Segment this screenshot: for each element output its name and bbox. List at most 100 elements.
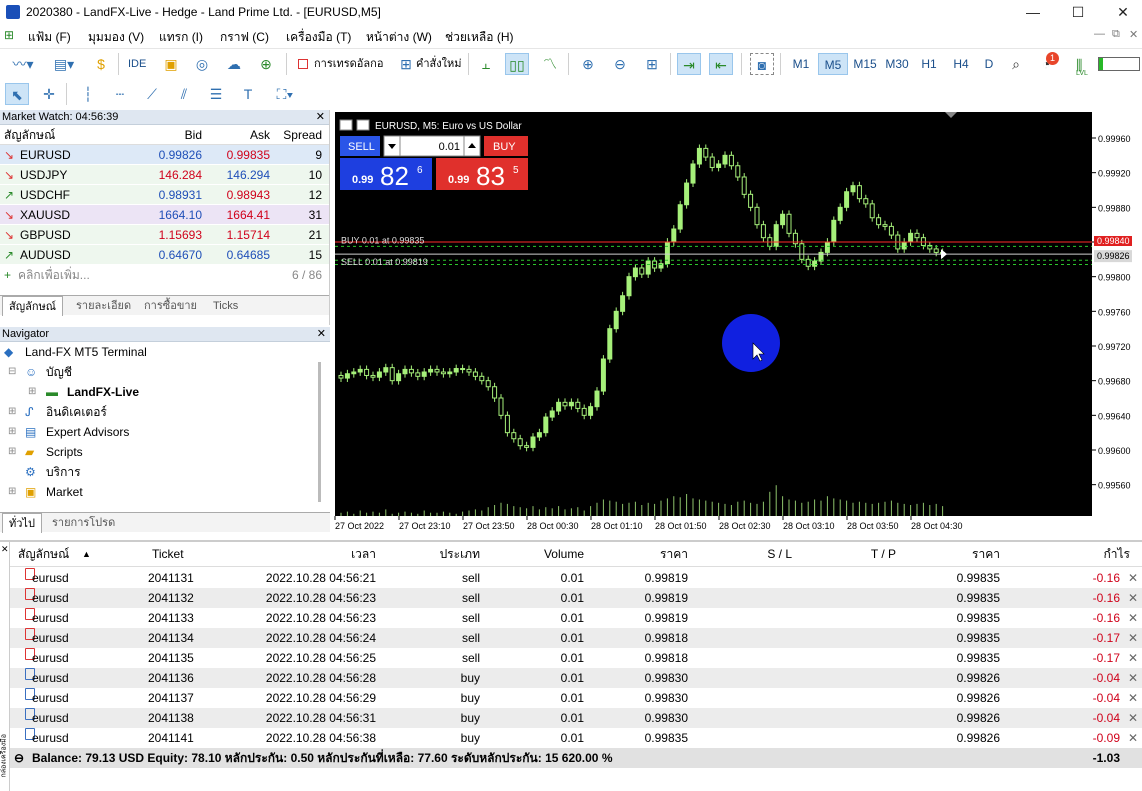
col-time[interactable]: เวลา — [240, 542, 376, 567]
trade-row[interactable]: eurusd 2041135 2022.10.28 04:56:25 sell 0.01… — [10, 648, 1142, 668]
col-ticket[interactable]: Ticket — [152, 542, 184, 567]
crosshair-icon[interactable]: ✛ — [37, 83, 61, 105]
bar-chart-icon[interactable]: ⫠ — [474, 53, 498, 75]
market-watch-row[interactable]: ↘ USDJPY 146.284 146.294 10 — [0, 165, 329, 185]
tab-symbols[interactable]: สัญลักษณ์ — [2, 296, 63, 316]
menu-insert[interactable]: แทรก (I) — [159, 28, 203, 47]
col-profit[interactable]: กำไร — [1014, 542, 1130, 567]
trade-row[interactable]: eurusd 2041132 2022.10.28 04:56:23 sell 0.01… — [10, 588, 1142, 608]
price-chart[interactable]: 0.99960 0.99920 0.99880 0.99840 0.99800 0.997… — [333, 110, 1142, 537]
trade-row[interactable]: eurusd 2041131 2022.10.28 04:56:21 sell 0.01… — [10, 568, 1142, 588]
col-type[interactable]: ประเภท — [390, 542, 480, 567]
tab-ticks[interactable]: Ticks — [207, 296, 244, 316]
col-current-price[interactable]: ราคา — [910, 542, 1000, 567]
timeframe-m15[interactable]: M15 — [850, 53, 880, 75]
timeframe-m30[interactable]: M30 — [882, 53, 912, 75]
expand-icon[interactable]: ⊞ — [8, 422, 16, 442]
expand-icon[interactable]: ⊞ — [28, 382, 36, 402]
collapse-circle-icon[interactable]: ⊖ — [14, 748, 24, 768]
templates-icon[interactable]: ▤▾ — [46, 53, 82, 75]
menu-file[interactable]: แฟ้ม (F) — [28, 28, 71, 47]
add-symbol-row[interactable]: + คลิกเพื่อเพิ่ม... 6 / 86 — [0, 265, 329, 285]
menu-tools[interactable]: เครื่องมือ (T) — [286, 28, 351, 47]
expand-icon[interactable]: ⊞ — [8, 482, 16, 502]
nav-item-experts[interactable]: ⊞ ▤ Expert Advisors — [0, 422, 330, 442]
close-position-icon[interactable]: ✕ — [1128, 588, 1138, 608]
text-icon[interactable]: T — [236, 83, 260, 105]
horizontal-line-icon[interactable]: ┄ — [108, 83, 132, 105]
market-watch-row[interactable]: ↘ EURUSD 0.99826 0.99835 9 — [0, 145, 329, 165]
shapes-icon[interactable]: ⛶▾ — [268, 83, 302, 105]
dollar-icon[interactable]: $ — [89, 53, 113, 75]
col-tp[interactable]: T / P — [806, 542, 896, 567]
timeframe-m5[interactable]: M5 — [818, 53, 848, 75]
new-order-button[interactable]: คำสั่งใหม่ — [416, 53, 462, 75]
zoom-in-icon[interactable]: ⊕ — [576, 53, 600, 75]
col-sl[interactable]: S / L — [702, 542, 792, 567]
search-icon[interactable]: ⌕ — [1004, 53, 1028, 75]
menu-window[interactable]: หน้าต่าง (W) — [366, 28, 432, 47]
nav-item-accounts[interactable]: ⊟ ☺ บัญชี — [0, 362, 330, 382]
column-symbol[interactable]: สัญลักษณ์ — [4, 125, 55, 145]
close-window-button[interactable]: ✕ — [1100, 0, 1142, 25]
menu-chart[interactable]: กราฟ (C) — [220, 28, 269, 47]
minimize-button[interactable]: — — [1010, 0, 1056, 25]
trade-row[interactable]: eurusd 2041136 2022.10.28 04:56:28 buy 0.01 0… — [10, 668, 1142, 688]
market-watch-row[interactable]: ↘ GBPUSD 1.15693 1.15714 21 — [0, 225, 329, 245]
toolbox-close-icon[interactable]: ✕ — [1, 544, 9, 555]
timeframe-h1[interactable]: H1 — [914, 53, 944, 75]
col-price[interactable]: ราคา — [598, 542, 688, 567]
zoom-out-icon[interactable]: ⊖ — [608, 53, 632, 75]
timeframe-h4[interactable]: H4 — [946, 53, 976, 75]
close-position-icon[interactable]: ✕ — [1128, 608, 1138, 628]
close-position-icon[interactable]: ✕ — [1128, 728, 1138, 748]
grid-icon[interactable]: ⊞ — [640, 53, 664, 75]
cursor-icon[interactable]: ⬉ — [5, 83, 29, 105]
chart-window[interactable]: 0.99960 0.99920 0.99880 0.99840 0.99800 0.997… — [333, 110, 1142, 537]
autoscroll-icon[interactable]: ⇥ — [677, 53, 701, 75]
screenshot-icon[interactable]: ◙ — [750, 53, 774, 75]
expand-icon[interactable]: ⊞ — [8, 402, 16, 422]
trendline-icon[interactable]: ⟋ — [140, 83, 164, 105]
mdi-minimize-button[interactable]: — — [1094, 28, 1105, 40]
candlestick-icon[interactable]: ▯▯ — [505, 53, 529, 75]
vps-icon[interactable]: ⊕ — [254, 53, 278, 75]
maximize-button[interactable]: ☐ — [1055, 0, 1101, 25]
line-chart-icon[interactable]: 〽 — [538, 53, 562, 75]
fibonacci-icon[interactable]: ☰ — [204, 83, 228, 105]
tab-details[interactable]: รายละเอียด — [70, 296, 137, 316]
close-position-icon[interactable]: ✕ — [1128, 668, 1138, 688]
menu-view[interactable]: มุมมอง (V) — [88, 28, 144, 47]
collapse-icon[interactable]: ⊟ — [8, 362, 16, 382]
close-position-icon[interactable]: ✕ — [1128, 568, 1138, 588]
vertical-line-icon[interactable]: ┆ — [76, 83, 100, 105]
ide-button[interactable]: IDE — [128, 53, 146, 75]
mdi-restore-button[interactable]: ⧉ — [1112, 28, 1120, 41]
column-bid[interactable]: Bid — [138, 125, 202, 145]
nav-item-services[interactable]: ⚙ บริการ — [0, 462, 330, 482]
expand-icon[interactable]: ⊞ — [8, 442, 16, 462]
col-volume[interactable]: Volume — [494, 542, 584, 567]
timeframe-d1[interactable]: D — [978, 53, 1000, 75]
cloud-icon[interactable]: ☁ — [222, 53, 246, 75]
col-symbol[interactable]: สัญลักษณ์ — [18, 542, 69, 567]
nav-item-terminal[interactable]: ◆ Land-FX MT5 Terminal — [0, 342, 330, 362]
nav-item-scripts[interactable]: ⊞ ▰ Scripts — [0, 442, 330, 462]
nav-item-landfx-live[interactable]: ⊞ ▬ LandFX-Live — [0, 382, 330, 402]
close-position-icon[interactable]: ✕ — [1128, 708, 1138, 728]
tab-common[interactable]: ทั่วไป — [2, 513, 42, 533]
chart-type-icon[interactable]: 〰▾ — [5, 53, 41, 75]
trade-row[interactable]: eurusd 2041141 2022.10.28 04:56:38 buy 0.01 0… — [10, 728, 1142, 748]
signals-icon[interactable]: ◎ — [190, 53, 214, 75]
tab-favorites[interactable]: รายการโปรด — [46, 513, 121, 533]
menu-help[interactable]: ช่วยเหลือ (H) — [445, 28, 513, 47]
trade-row[interactable]: eurusd 2041134 2022.10.28 04:56:24 sell 0.01… — [10, 628, 1142, 648]
market-watch-row[interactable]: ↘ XAUUSD 1664.10 1664.41 31 — [0, 205, 329, 225]
mdi-close-button[interactable]: ✕ — [1129, 28, 1138, 41]
close-position-icon[interactable]: ✕ — [1128, 648, 1138, 668]
add-symbol-label[interactable]: คลิกเพื่อเพิ่ม... — [18, 265, 90, 285]
close-position-icon[interactable]: ✕ — [1128, 628, 1138, 648]
trade-row[interactable]: eurusd 2041133 2022.10.28 04:56:23 sell 0.01… — [10, 608, 1142, 628]
nav-item-indicators[interactable]: ⊞ ᔑ อินดิเคเตอร์ — [0, 402, 330, 422]
navigator-scrollbar[interactable] — [318, 362, 321, 502]
